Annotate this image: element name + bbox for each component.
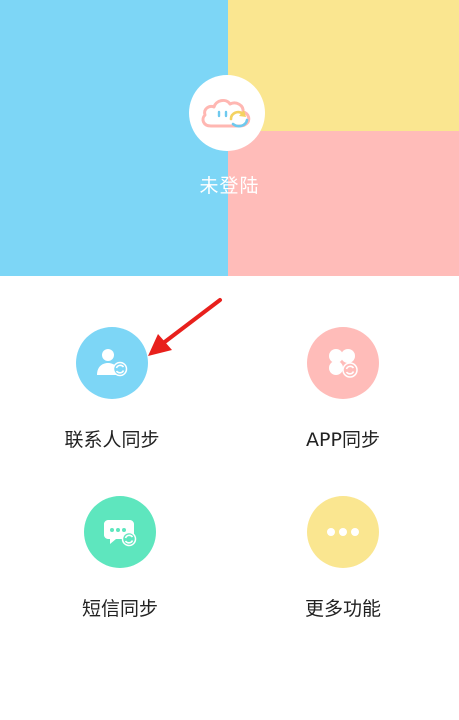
message-sync-icon (104, 520, 137, 547)
app-sync-circle (307, 327, 379, 399)
app-sync-icon (329, 349, 358, 378)
contacts-sync-button[interactable]: 联系人同步 (12, 327, 212, 452)
more-icon (327, 528, 359, 536)
app-sync-button[interactable]: APP同步 (243, 327, 443, 452)
header-block-blue (0, 0, 228, 276)
sms-sync-button[interactable]: 短信同步 (20, 496, 220, 621)
contacts-sync-circle (76, 327, 148, 399)
page: 未登陆 联系人同步 APP同步 短信同步 更多功能 (0, 0, 459, 720)
more-features-circle (307, 496, 379, 568)
account-header: 未登陆 (0, 0, 459, 276)
sms-sync-label: 短信同步 (81, 598, 158, 620)
more-features-button[interactable]: 更多功能 (243, 496, 443, 621)
more-features-label: 更多功能 (304, 598, 381, 620)
contact-sync-icon (97, 349, 128, 377)
sms-sync-circle (84, 496, 156, 568)
avatar[interactable] (189, 75, 265, 151)
login-status[interactable]: 未登陆 (0, 171, 459, 198)
app-sync-label: APP同步 (306, 429, 380, 451)
cloud-sync-icon (201, 98, 251, 128)
header-block-pink (228, 131, 459, 276)
contacts-sync-label: 联系人同步 (64, 429, 160, 451)
